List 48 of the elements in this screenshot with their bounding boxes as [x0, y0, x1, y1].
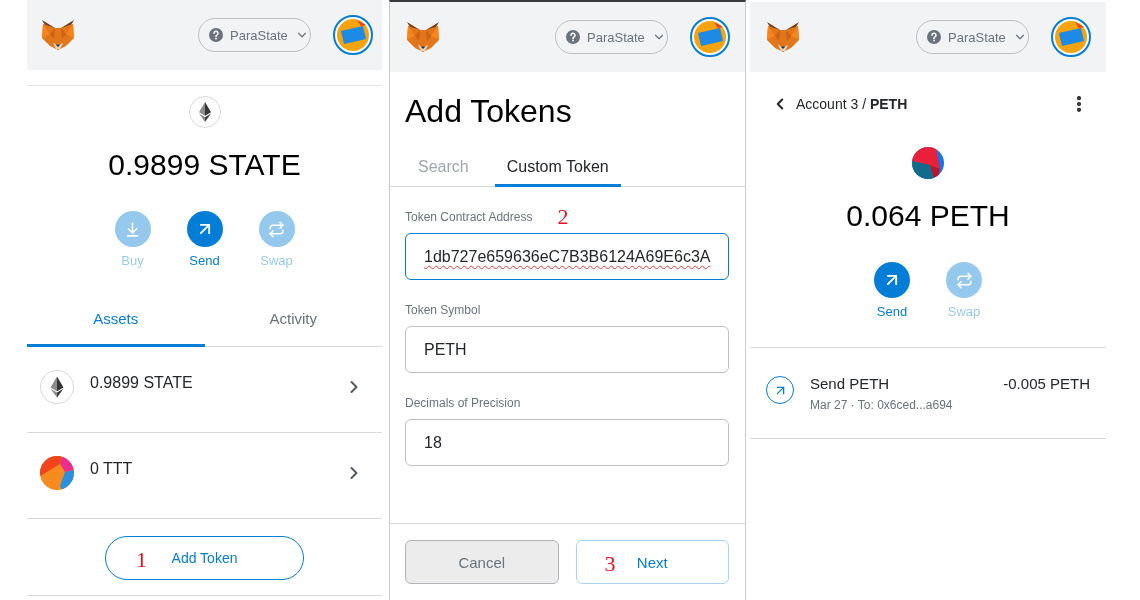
- balance-amount: 0.9899 STATE: [108, 147, 301, 183]
- step-number: 3: [604, 551, 616, 576]
- send-action-button[interactable]: Send: [174, 211, 235, 269]
- ethereum-logo-icon: [188, 96, 221, 128]
- input-field[interactable]: 18: [405, 419, 729, 466]
- transaction-amount: -0.005 PETH: [1003, 375, 1090, 393]
- page-title: Add Tokens: [405, 92, 573, 131]
- token-logo-icon: [40, 455, 74, 490]
- send-action-button[interactable]: Send: [862, 262, 922, 320]
- account-avatar-icon[interactable]: [333, 15, 373, 55]
- asset-row[interactable]: 0.9899 STATE: [27, 347, 382, 433]
- cancel-button[interactable]: Cancel: [405, 540, 559, 584]
- help-icon: [927, 30, 941, 44]
- tab[interactable]: Search: [406, 147, 481, 187]
- ethereum-logo-icon: [40, 369, 74, 404]
- input-field[interactable]: PETH: [405, 326, 729, 373]
- account-avatar-icon[interactable]: [690, 17, 730, 57]
- fox-logo-icon: [41, 19, 75, 51]
- arrow-up-right-icon: [874, 262, 910, 298]
- swap-arrows-icon: [946, 262, 982, 298]
- swap-arrows-icon: [258, 211, 295, 247]
- field-label: Decimals of Precision: [405, 395, 521, 411]
- account-avatar-icon[interactable]: [1051, 17, 1091, 57]
- fox-logo-icon: [406, 21, 440, 53]
- next-button[interactable]: 3 Next: [575, 540, 729, 584]
- breadcrumb-title: Account 3 / PETH: [796, 96, 908, 112]
- help-icon: [566, 30, 580, 44]
- fox-logo-icon: [766, 21, 800, 53]
- add-token-button[interactable]: 1 Add Token: [105, 536, 304, 580]
- step-number: 1: [136, 547, 147, 572]
- tab[interactable]: Activity: [204, 296, 382, 347]
- download-icon: [114, 211, 151, 247]
- field-label: Token Symbol: [405, 302, 481, 318]
- transaction-row[interactable]: Send PETH -0.005 PETH Mar 27 · To: 0x6ced...a694: [750, 348, 1106, 439]
- transaction-details: Mar 27 · To: 0x6ced...a694: [810, 398, 954, 413]
- arrow-up-right-icon: [186, 211, 223, 247]
- asset-row[interactable]: 0 TTT: [27, 433, 382, 519]
- input-field[interactable]: 1db727e659636eC7B3B6124A69E6c3A: [405, 233, 729, 280]
- balance-amount: 0.064 PETH: [846, 198, 1010, 234]
- help-icon: [209, 28, 223, 42]
- asset-amount: 0.9899 STATE: [90, 373, 193, 392]
- token-logo-icon: [912, 147, 944, 179]
- asset-amount: 0 TTT: [90, 459, 133, 478]
- field-label: Token Contract Address: [405, 209, 533, 225]
- transaction-title: Send PETH: [810, 375, 890, 393]
- tab[interactable]: Custom Token: [494, 147, 621, 187]
- step-number: 2: [557, 205, 569, 229]
- tab[interactable]: Assets: [27, 296, 205, 347]
